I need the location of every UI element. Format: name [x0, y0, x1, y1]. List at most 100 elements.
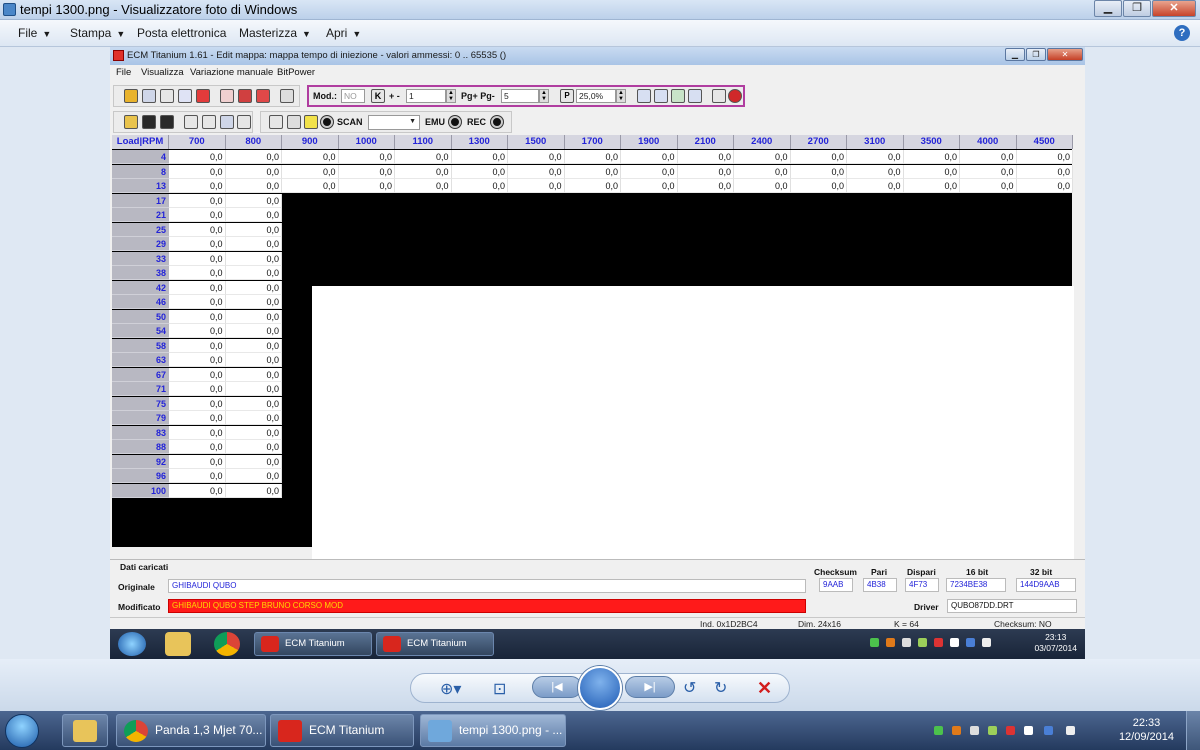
menu-apri[interactable]: Apri ▼: [326, 26, 361, 40]
step-input[interactable]: 1: [406, 89, 446, 103]
map-cell[interactable]: 0,0: [847, 179, 904, 193]
rpm-header[interactable]: 2700: [790, 135, 847, 149]
map-cell[interactable]: 0,0: [564, 164, 621, 179]
load-row-label[interactable]: 58: [112, 338, 169, 353]
clock[interactable]: 22:33 12/09/2014: [1119, 716, 1174, 744]
map-cell[interactable]: 0,0: [338, 164, 395, 179]
rec-radio-icon[interactable]: [491, 116, 503, 128]
load-row-label[interactable]: 33: [112, 251, 169, 266]
undo-icon[interactable]: [712, 89, 726, 103]
tray-icon[interactable]: [934, 726, 943, 735]
map-cell[interactable]: 0,0: [451, 164, 508, 179]
map-cell[interactable]: 0,0: [225, 425, 282, 440]
rpm-header[interactable]: 1500: [508, 135, 565, 149]
map-cell[interactable]: 0,0: [169, 324, 226, 338]
rpm-header[interactable]: 4000: [960, 135, 1017, 149]
menu-file[interactable]: File ▼: [18, 26, 51, 40]
map-cell[interactable]: 0,0: [225, 179, 282, 193]
map-cell[interactable]: 0,0: [169, 179, 226, 193]
map-cell[interactable]: 0,0: [903, 164, 960, 179]
map-cell[interactable]: 0,0: [282, 164, 339, 179]
originale-field[interactable]: GHIBAUDI QUBO: [168, 579, 806, 593]
map-cell[interactable]: 0,0: [847, 164, 904, 179]
map-cell[interactable]: 0,0: [1016, 150, 1073, 164]
load-row-label[interactable]: 17: [112, 193, 169, 208]
signal-icon[interactable]: [1024, 726, 1033, 735]
map-cell[interactable]: 0,0: [225, 164, 282, 179]
map-cell[interactable]: 0,0: [225, 150, 282, 164]
ecm-close-button[interactable]: ✕: [1047, 48, 1083, 61]
load-row-label[interactable]: 100: [112, 483, 169, 498]
scan-radio-icon[interactable]: [321, 116, 333, 128]
rpm-header[interactable]: 1300: [451, 135, 508, 149]
load-row-label[interactable]: 75: [112, 396, 169, 411]
load-row-label[interactable]: 38: [112, 266, 169, 280]
map-cell[interactable]: 0,0: [1016, 179, 1073, 193]
map-cell[interactable]: 0,0: [169, 454, 226, 469]
map-cell[interactable]: 0,0: [169, 469, 226, 483]
map-cell[interactable]: 0,0: [847, 150, 904, 164]
map-cell[interactable]: 0,0: [508, 150, 565, 164]
map-cell[interactable]: 0,0: [169, 237, 226, 251]
next-button[interactable]: ▶|: [625, 676, 675, 698]
map-cell[interactable]: 0,0: [225, 266, 282, 280]
ecm-maximize-button[interactable]: ❐: [1026, 48, 1046, 61]
map-cell[interactable]: 0,0: [960, 179, 1017, 193]
open-icon[interactable]: [124, 115, 138, 129]
load-row-label[interactable]: 83: [112, 425, 169, 440]
map-cell[interactable]: 0,0: [169, 193, 226, 208]
map-cell[interactable]: 0,0: [677, 179, 734, 193]
minimize-button[interactable]: ▁: [1094, 0, 1122, 17]
load-row-label[interactable]: 29: [112, 237, 169, 251]
emu-radio-icon[interactable]: [449, 116, 461, 128]
map-cell[interactable]: 0,0: [169, 425, 226, 440]
load-row-label[interactable]: 54: [112, 324, 169, 338]
map-cell[interactable]: 0,0: [225, 208, 282, 222]
table-icon[interactable]: [160, 89, 174, 103]
map-cell[interactable]: 0,0: [225, 396, 282, 411]
k-button[interactable]: K: [371, 89, 385, 103]
map-cell[interactable]: 0,0: [169, 164, 226, 179]
map-cell[interactable]: 0,0: [1016, 164, 1073, 179]
rpm-header[interactable]: 4500: [1016, 135, 1073, 149]
map-cell[interactable]: 0,0: [564, 179, 621, 193]
map-cell[interactable]: 0,0: [225, 280, 282, 295]
taskbar-chrome[interactable]: Panda 1,3 Mjet 70...: [116, 714, 266, 747]
map-cell[interactable]: 0,0: [169, 222, 226, 237]
rpm-header[interactable]: 1700: [564, 135, 621, 149]
map-cell[interactable]: 0,0: [225, 440, 282, 454]
map-cell[interactable]: 0,0: [677, 164, 734, 179]
ecm-menu-variazione[interactable]: Variazione manuale: [190, 67, 273, 78]
check-icon[interactable]: [220, 89, 234, 103]
map-cell[interactable]: 0,0: [169, 266, 226, 280]
load-row-label[interactable]: 50: [112, 309, 169, 324]
map-cell[interactable]: 0,0: [621, 150, 678, 164]
slideshow-button[interactable]: [578, 666, 622, 710]
map-cell[interactable]: 0,0: [734, 164, 791, 179]
map-cell[interactable]: 0,0: [169, 367, 226, 382]
map-cell[interactable]: 0,0: [677, 150, 734, 164]
map-cell[interactable]: 0,0: [960, 164, 1017, 179]
import-icon[interactable]: [280, 89, 294, 103]
map-cell[interactable]: 0,0: [225, 324, 282, 338]
add-icon[interactable]: [671, 89, 685, 103]
load-row-label[interactable]: 67: [112, 367, 169, 382]
map-cell[interactable]: 0,0: [508, 164, 565, 179]
rpm-header[interactable]: 800: [225, 135, 282, 149]
close-button[interactable]: ✕: [1152, 0, 1196, 17]
ecm-minimize-button[interactable]: ▁: [1005, 48, 1025, 61]
ecm-menu-bitpower[interactable]: BitPower: [277, 67, 315, 78]
map-cell[interactable]: 0,0: [903, 179, 960, 193]
map-cell[interactable]: 0,0: [169, 353, 226, 367]
percent-spinner[interactable]: ▲ ▼: [616, 89, 626, 103]
calc-icon[interactable]: [238, 89, 252, 103]
rpm-header[interactable]: 900: [282, 135, 339, 149]
map-cell[interactable]: 0,0: [169, 396, 226, 411]
delete-icon[interactable]: ✕: [757, 678, 772, 699]
reset-icon[interactable]: [728, 89, 742, 103]
map-cell[interactable]: 0,0: [734, 179, 791, 193]
bluetooth-icon[interactable]: [1044, 726, 1053, 735]
map-cell[interactable]: 0,0: [395, 164, 452, 179]
taskbar-ecm[interactable]: ECM Titanium: [270, 714, 414, 747]
percent-input[interactable]: 25,0%: [576, 89, 616, 103]
